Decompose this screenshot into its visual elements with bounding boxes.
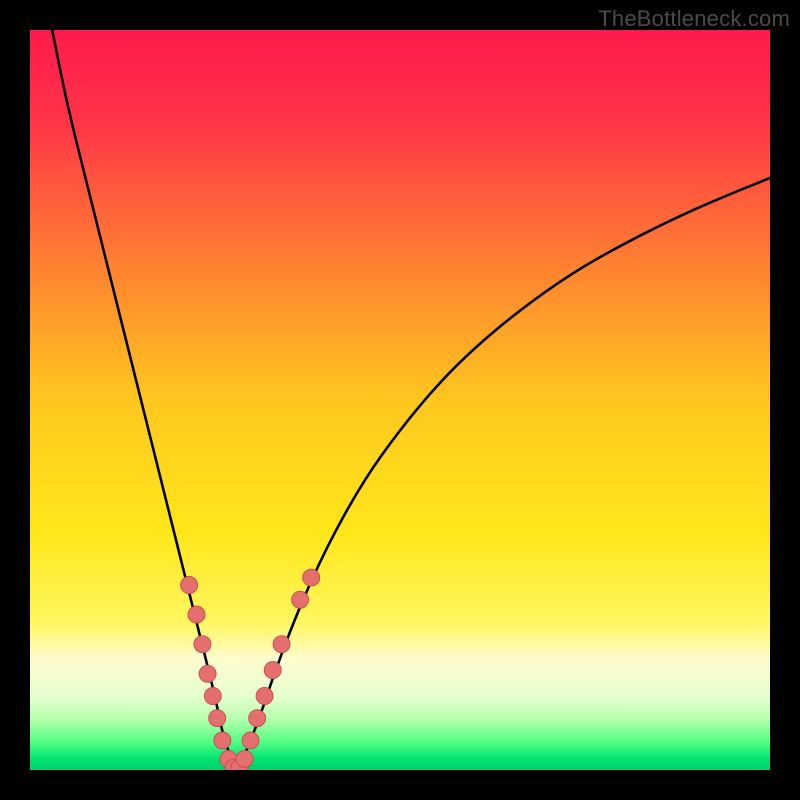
data-point [256,687,273,704]
dots-layer [30,30,770,770]
data-point [194,636,211,653]
watermark-text: TheBottleneck.com [598,6,790,32]
data-point [242,732,259,749]
data-point [303,569,320,586]
data-point [188,606,205,623]
data-point [236,750,253,767]
plot-area [30,30,770,770]
data-point [292,591,309,608]
data-point [204,687,221,704]
data-point [273,636,290,653]
outer-frame: TheBottleneck.com [0,0,800,800]
data-point [199,665,216,682]
data-point [181,576,198,593]
data-point [209,710,226,727]
data-point [214,732,231,749]
data-point [264,662,281,679]
data-point [249,710,266,727]
